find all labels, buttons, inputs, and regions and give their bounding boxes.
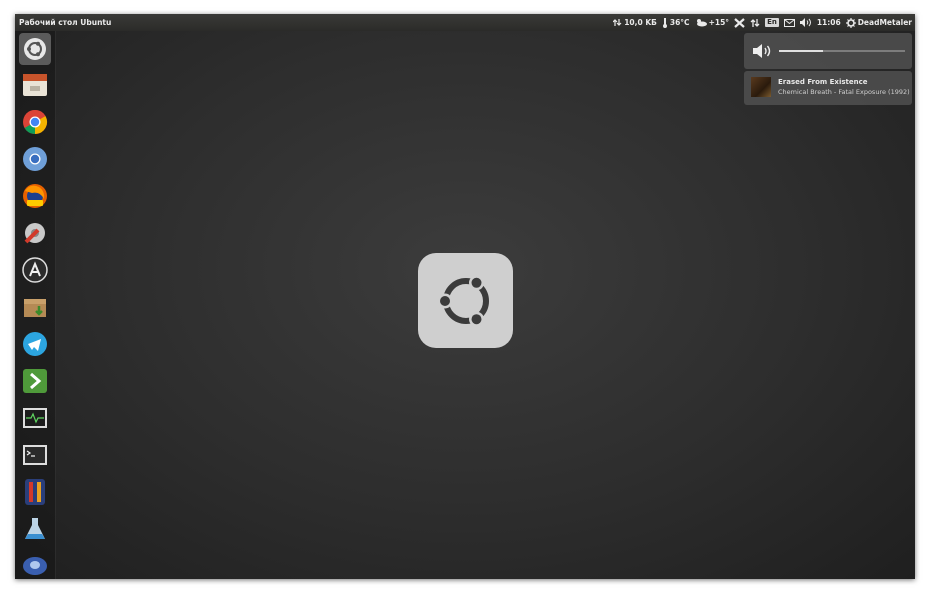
track-artist-album: Chemical Breath - Fatal Exposure (1992) — [778, 88, 910, 96]
window-title: Рабочий стол Ubuntu — [19, 18, 112, 27]
x-app-icon — [734, 17, 745, 28]
transfer-arrows-icon — [750, 18, 760, 27]
telegram-icon — [23, 332, 47, 356]
mail-icon — [783, 18, 795, 27]
launcher-telegram[interactable] — [19, 328, 51, 360]
transfer-indicator[interactable] — [750, 18, 760, 28]
volume-icon — [753, 44, 771, 58]
launcher-chrome[interactable] — [19, 106, 51, 138]
ubuntu-logo — [418, 253, 513, 348]
desktop: Рабочий стол Ubuntu 10,0 KБ 36°C +15° En — [15, 14, 915, 579]
launcher-terminal[interactable] — [19, 439, 51, 471]
launcher-archive-manager[interactable] — [19, 291, 51, 323]
launcher-files[interactable] — [19, 69, 51, 101]
user-name: DeadMetaler — [857, 18, 912, 27]
weather-temp: +15° — [708, 18, 730, 27]
clock-time: 11:06 — [816, 18, 841, 27]
code-editor-icon — [23, 369, 47, 393]
cpu-temp: 36°C — [669, 18, 690, 27]
launcher-disk[interactable] — [19, 550, 51, 579]
network-arrows-icon — [613, 19, 622, 26]
weather-indicator[interactable]: +15° — [695, 18, 729, 27]
album-cover — [751, 77, 771, 97]
keyboard-layout-indicator[interactable]: En — [765, 18, 779, 27]
keyboard-layout: En — [765, 18, 779, 27]
clock[interactable]: 11:06 — [817, 18, 841, 27]
launcher-firefox-esr[interactable] — [19, 180, 51, 212]
mail-indicator[interactable] — [783, 18, 795, 27]
indicator-area: 10,0 KБ 36°C +15° En 11:06 DeadMetaler — [613, 14, 912, 31]
volume-icon — [799, 18, 811, 27]
session-menu[interactable]: DeadMetaler — [845, 17, 912, 28]
volume-slider[interactable] — [779, 50, 905, 52]
launcher-system-monitor[interactable] — [19, 402, 51, 434]
network-speed: 10,0 KБ — [624, 18, 657, 27]
volume-level — [779, 50, 824, 52]
dash-home-icon — [24, 38, 46, 60]
sound-indicator[interactable] — [799, 18, 812, 27]
system-monitor-icon — [23, 408, 47, 428]
top-panel: Рабочий стол Ubuntu 10,0 KБ 36°C +15° En — [15, 14, 915, 31]
launcher-system-settings[interactable] — [19, 217, 51, 249]
volume-osd — [744, 33, 912, 69]
launcher-game[interactable] — [19, 476, 51, 508]
weather-icon — [696, 19, 707, 27]
firefox-esr-icon — [23, 184, 47, 208]
network-indicator[interactable]: 10,0 KБ — [613, 18, 657, 27]
files-icon — [23, 74, 47, 96]
ubuntu-circle-of-friends-icon — [437, 274, 489, 327]
now-playing-notification: Erased From Existence Chemical Breath - … — [744, 71, 912, 105]
launcher-code-editor[interactable] — [19, 365, 51, 397]
flask-icon — [25, 518, 45, 539]
launcher-flask[interactable] — [19, 513, 51, 545]
chrome-icon — [23, 109, 48, 134]
software-updater-icon — [22, 257, 48, 283]
chromium-icon — [23, 147, 47, 171]
thermometer-icon — [662, 17, 667, 28]
terminal-icon — [23, 445, 47, 465]
game-icon — [25, 479, 45, 505]
launcher-software-updater[interactable] — [19, 254, 51, 286]
x-app-indicator[interactable] — [734, 17, 745, 28]
system-settings-icon — [24, 223, 45, 244]
disk-icon — [23, 557, 47, 575]
gear-icon — [845, 17, 856, 28]
temperature-indicator[interactable]: 36°C — [662, 17, 690, 28]
launcher-chromium[interactable] — [19, 143, 51, 175]
launcher — [15, 31, 56, 579]
archive-manager-icon — [24, 299, 46, 317]
dash-home-button[interactable] — [19, 33, 51, 65]
track-title: Erased From Existence — [778, 78, 868, 86]
